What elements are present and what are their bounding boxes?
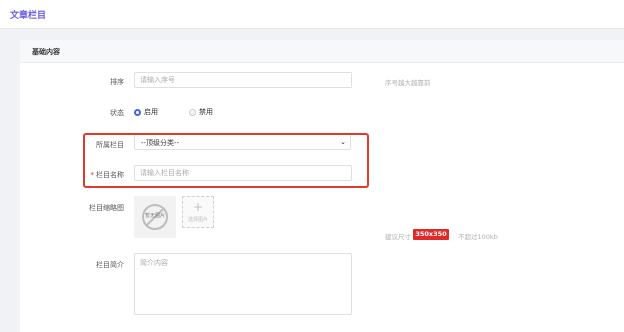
status-radio-enabled[interactable]: 启用 [134, 107, 158, 117]
size-hint-prefix: 建议尺寸 [385, 233, 411, 241]
upload-image-label: 选择图片 [187, 217, 208, 223]
size-hint-suffix: 不超过100kb [458, 233, 498, 241]
intro-textarea[interactable] [134, 253, 352, 315]
status-label: 状态 [110, 109, 124, 117]
top-bar: 文章栏目 [0, 0, 624, 29]
size-badge: 350x350 [413, 229, 449, 240]
upload-image-button[interactable]: + 选择图片 [182, 196, 214, 228]
sort-label: 排序 [110, 78, 124, 86]
no-image-text: 暂无图片 [144, 213, 165, 219]
status-radio-disabled[interactable]: 禁用 [189, 107, 213, 117]
highlight-box [83, 133, 369, 188]
radio-checked-icon [134, 108, 141, 116]
radio-unchecked-icon [189, 108, 196, 116]
section-title: 基础内容 [32, 48, 60, 56]
sort-input[interactable] [134, 72, 352, 88]
thumbnail-preview: 暂无图片 [134, 196, 176, 238]
status-option-enabled: 启用 [144, 108, 158, 116]
sort-hint: 序号越大越靠前 [385, 79, 431, 87]
intro-label: 栏目简介 [96, 261, 124, 269]
status-option-disabled: 禁用 [199, 108, 213, 116]
section-header: 基础内容 [20, 40, 624, 63]
page-title: 文章栏目 [10, 11, 47, 21]
thumbnail-label: 栏目缩略图 [89, 204, 124, 212]
plus-icon: + [192, 200, 204, 214]
